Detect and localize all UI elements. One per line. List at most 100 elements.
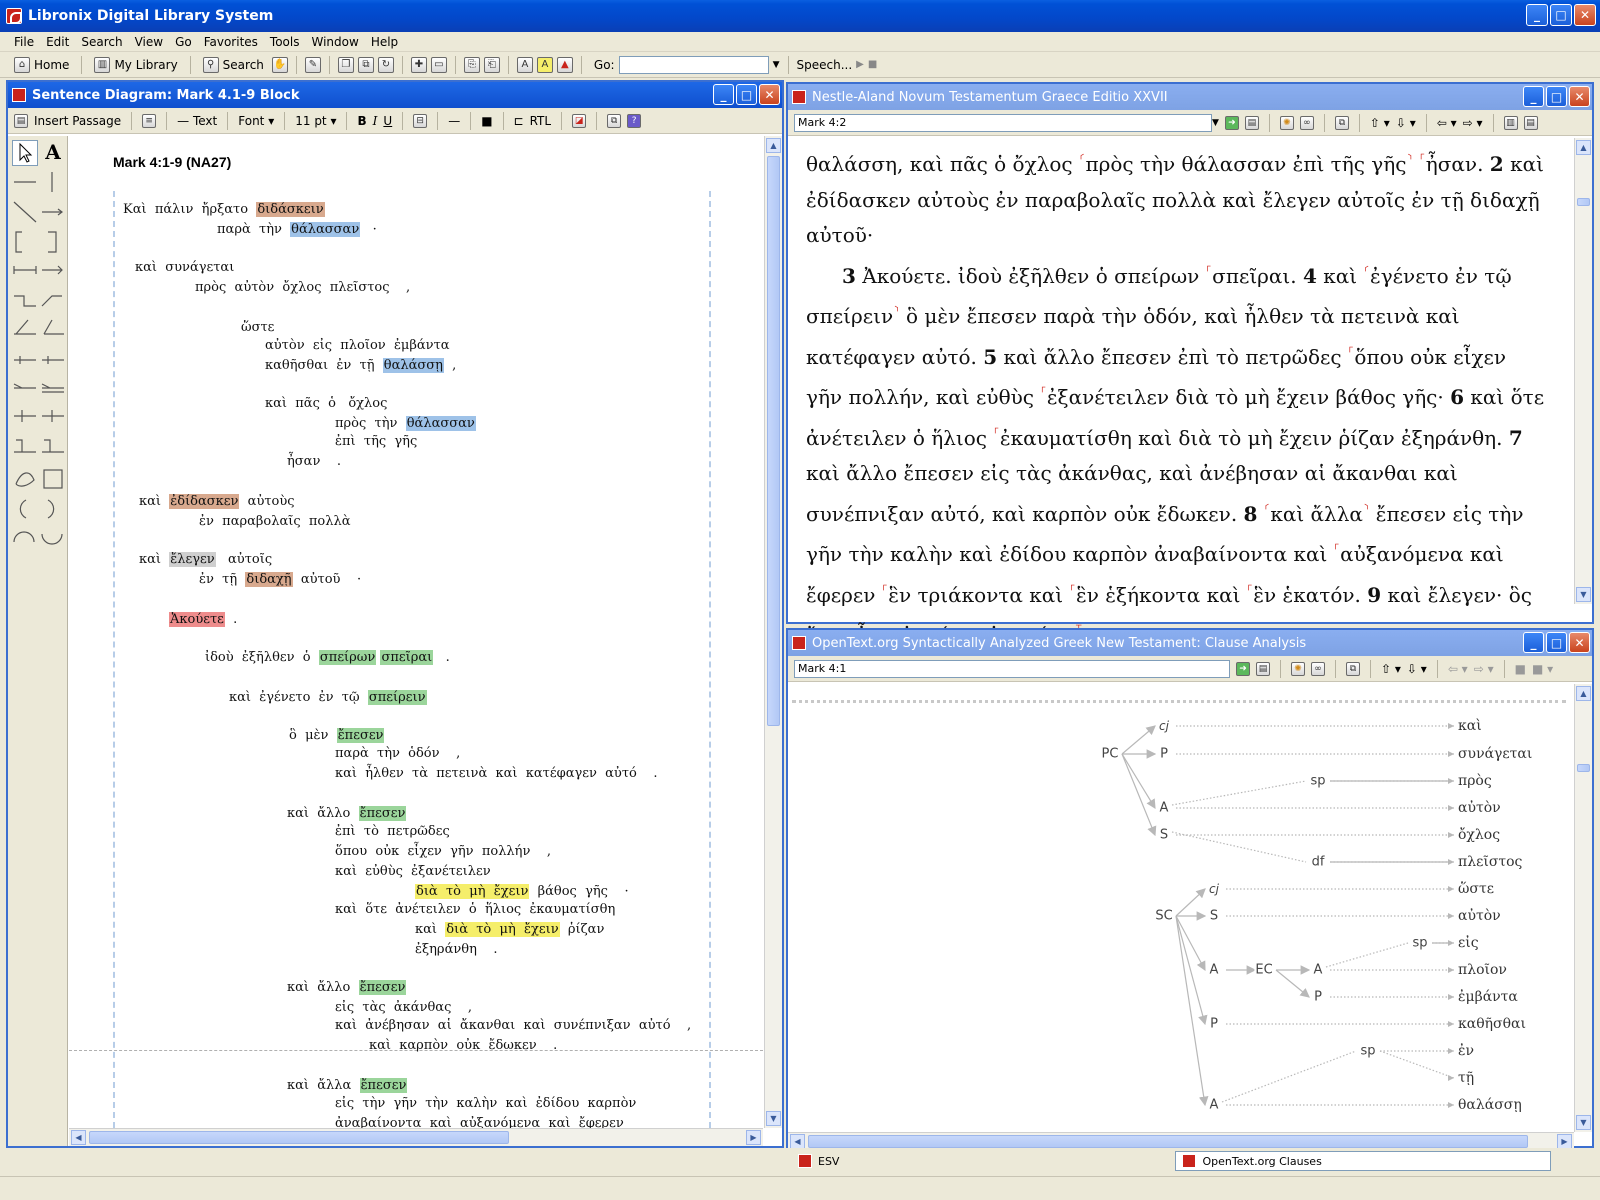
lock-icon[interactable]: ▲	[556, 56, 573, 73]
copy-icon[interactable]: ⎘	[463, 56, 480, 73]
scroll-up-icon[interactable]: ▲	[1576, 140, 1591, 155]
go-input[interactable]	[618, 55, 769, 74]
go-dropdown-icon[interactable]: ▼	[773, 60, 780, 70]
clause-close-button[interactable]: ✕	[1569, 632, 1590, 653]
go-arrow-icon[interactable]: ➜	[1224, 115, 1239, 130]
bold-button[interactable]: B	[357, 114, 366, 128]
menu-window[interactable]: Window	[305, 35, 364, 49]
clause-node[interactable]: cj	[1208, 882, 1220, 896]
open-folder-icon[interactable]: ▭	[430, 56, 447, 73]
clause-word[interactable]: ἐν	[1458, 1043, 1474, 1059]
text-line-button[interactable]: — Text	[177, 114, 217, 128]
diagram-vertical-scrollbar[interactable]: ▲ ▼	[764, 136, 782, 1128]
clause-node[interactable]: sp	[1309, 773, 1327, 789]
diagram-line[interactable]: Καὶ πάλιν ἤρξατο διδάσκειν	[123, 202, 325, 217]
scroll-down-icon[interactable]: ▼	[1576, 587, 1591, 602]
clause-node[interactable]: sp	[1359, 1043, 1377, 1059]
menu-edit[interactable]: Edit	[40, 35, 75, 49]
back-icon[interactable]: ⇦ ▾	[1437, 116, 1457, 130]
search-button[interactable]: ⚲ Search	[199, 55, 268, 75]
menu-go[interactable]: Go	[169, 35, 198, 49]
menu-help[interactable]: Help	[365, 35, 404, 49]
line-icon[interactable]: —	[448, 114, 460, 128]
layout-icon[interactable]: ▥	[1503, 115, 1518, 130]
clause-node[interactable]: A	[1208, 962, 1220, 978]
text-tool[interactable]: A	[40, 140, 66, 166]
na27-minimize-button[interactable]: _	[1523, 86, 1544, 107]
indent-icon[interactable]: ≡	[142, 113, 157, 128]
clause-node[interactable]: SC	[1154, 908, 1174, 924]
tab-esv[interactable]: ESV	[792, 1151, 845, 1171]
clause-node[interactable]: A	[1208, 1097, 1220, 1113]
stop-icon[interactable]: ■	[868, 59, 877, 70]
clause-reference-input[interactable]: Mark 4:1	[794, 659, 1230, 678]
keylink-icon[interactable]: ▤	[1244, 115, 1259, 130]
clause-word[interactable]: ὄχλος	[1458, 827, 1500, 843]
clause-word[interactable]: θαλάσσῃ	[1458, 1097, 1522, 1113]
diagram-line[interactable]: ἐν παραβολαῖς πολλὰ	[199, 514, 351, 529]
diagram-line[interactable]: καθῆσθαι ἐν τῇ θαλάσσῃ ,	[265, 358, 456, 373]
diagram-line[interactable]: καὶ ἐγένετο ἐν τῷ σπείρειν	[229, 690, 427, 705]
scroll-right-icon[interactable]: ▶	[746, 1130, 761, 1145]
forward-icon[interactable]: ⇨ ▾	[1463, 116, 1483, 130]
sync-icon[interactable]: ↻	[377, 56, 394, 73]
diagram-canvas[interactable]: Mark 4:1-9 (NA27) Καὶ πάλιν ἤρξατο διδάσ…	[69, 136, 763, 1128]
scroll-left-icon[interactable]: ◀	[790, 1134, 805, 1149]
clause-word[interactable]: τῇ	[1458, 1070, 1474, 1086]
scroll-left-icon[interactable]: ◀	[71, 1130, 86, 1145]
clause-minimize-button[interactable]: _	[1523, 632, 1544, 653]
clause-maximize-button[interactable]: □	[1546, 632, 1567, 653]
clause-node[interactable]: S	[1158, 827, 1170, 843]
diagram-line[interactable]: ἐπὶ τῆς γῆς	[335, 434, 417, 449]
diagram-line[interactable]: καὶ πᾶς ὁ ὄχλος	[265, 396, 387, 411]
clause-node[interactable]: A	[1312, 962, 1324, 978]
forward-icon[interactable]: ⇨ ▾	[1474, 662, 1494, 676]
link-icon[interactable]: ∞	[1311, 661, 1325, 676]
scroll-thumb[interactable]	[767, 156, 780, 726]
panel-icon[interactable]: ▤	[1523, 115, 1538, 130]
tab-opentext-clauses[interactable]: OpenText.org Clauses	[1175, 1151, 1552, 1171]
keylink-icon[interactable]: ▤	[1256, 661, 1270, 676]
maximize-button[interactable]: □	[1550, 4, 1572, 26]
back-icon[interactable]: ⇦ ▾	[1448, 662, 1468, 676]
diagram-line[interactable]: ἐπὶ τὸ πετρῶδες	[335, 824, 450, 839]
diagram-line[interactable]: καὶ ἄλλο ἔπεσεν	[287, 806, 407, 821]
pdf-icon[interactable]: ◪	[572, 113, 587, 128]
na27-close-button[interactable]: ✕	[1569, 86, 1590, 107]
diagram-line[interactable]: πρὸς αὐτὸν ὄχλος πλεῖστος ,	[195, 280, 410, 295]
scroll-thumb[interactable]	[1577, 198, 1590, 206]
scroll-down-icon[interactable]: ▼	[766, 1111, 781, 1126]
diagram-line[interactable]: εἰς τὴν γῆν τὴν καλὴν καὶ ἐδίδου καρπὸν	[335, 1096, 636, 1111]
play-icon[interactable]: ▶	[856, 59, 864, 70]
diagram-line[interactable]: ὥστε	[241, 320, 274, 335]
pointer-tool[interactable]	[12, 140, 38, 166]
menu-favorites[interactable]: Favorites	[198, 35, 264, 49]
diagram-line[interactable]: ἀναβαίνοντα καὶ αὐξανόμενα καὶ ἔφερεν	[335, 1116, 624, 1128]
stop-icon[interactable]: ■	[1515, 662, 1526, 676]
clause-node[interactable]: cj	[1158, 719, 1170, 733]
na27-vertical-scrollbar[interactable]: ▲ ▼	[1574, 138, 1592, 604]
passage-guide-icon[interactable]: ✋	[271, 56, 288, 73]
menu-view[interactable]: View	[129, 35, 169, 49]
clause-word[interactable]: συνάγεται	[1458, 746, 1532, 762]
menu-tools[interactable]: Tools	[264, 35, 306, 49]
clause-word[interactable]: πλοῖον	[1458, 962, 1507, 978]
up-arrow-icon[interactable]: ⇧ ▾	[1381, 662, 1401, 676]
clause-node[interactable]: PC	[1100, 746, 1120, 762]
clause-node[interactable]: df	[1310, 854, 1326, 870]
parallel-icon[interactable]: ⧉	[357, 56, 374, 73]
diagram-line[interactable]: ὃ μὲν ἔπεσεν	[289, 728, 385, 743]
font-select[interactable]: Font ▾	[238, 114, 274, 128]
menu-search[interactable]: Search	[75, 35, 128, 49]
my-library-button[interactable]: ▥ My Library	[90, 55, 181, 75]
diagram-line[interactable]: καὶ διὰ τὸ μὴ ἔχειν ῥίζαν	[415, 922, 604, 937]
reference-dropdown-icon[interactable]: ▼	[1212, 118, 1219, 128]
clause-node[interactable]: sp	[1411, 935, 1429, 951]
diagram-line[interactable]: καὶ συνάγεται	[135, 260, 234, 275]
clause-node[interactable]: P	[1159, 746, 1169, 762]
up-arrow-icon[interactable]: ⇧ ▾	[1370, 116, 1390, 130]
speech-button[interactable]: Speech...	[797, 58, 853, 72]
diagram-line[interactable]: καὶ ἐδίδασκεν αὐτοὺς	[139, 494, 295, 509]
diagram-line[interactable]: καὶ εὐθὺς ἐξανέτειλεν	[335, 864, 491, 879]
clause-word[interactable]: ὥστε	[1458, 881, 1494, 897]
